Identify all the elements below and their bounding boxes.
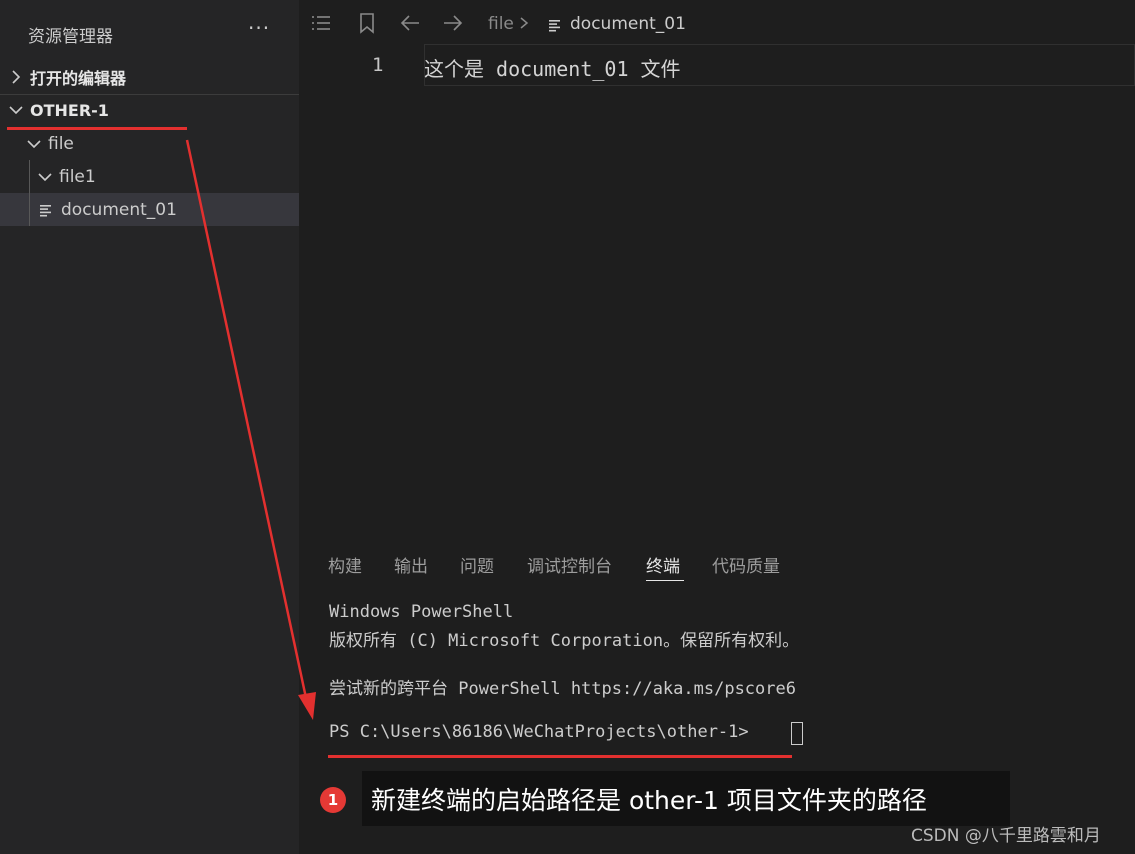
watermark: CSDN @八千里路雲和月 [911, 826, 1101, 846]
annotation-callout: 新建终端的启始路径是 other-1 项目文件夹的路径 [362, 771, 1010, 826]
annotation-number-badge: 1 [320, 787, 346, 813]
annotation-arrow [185, 139, 316, 720]
